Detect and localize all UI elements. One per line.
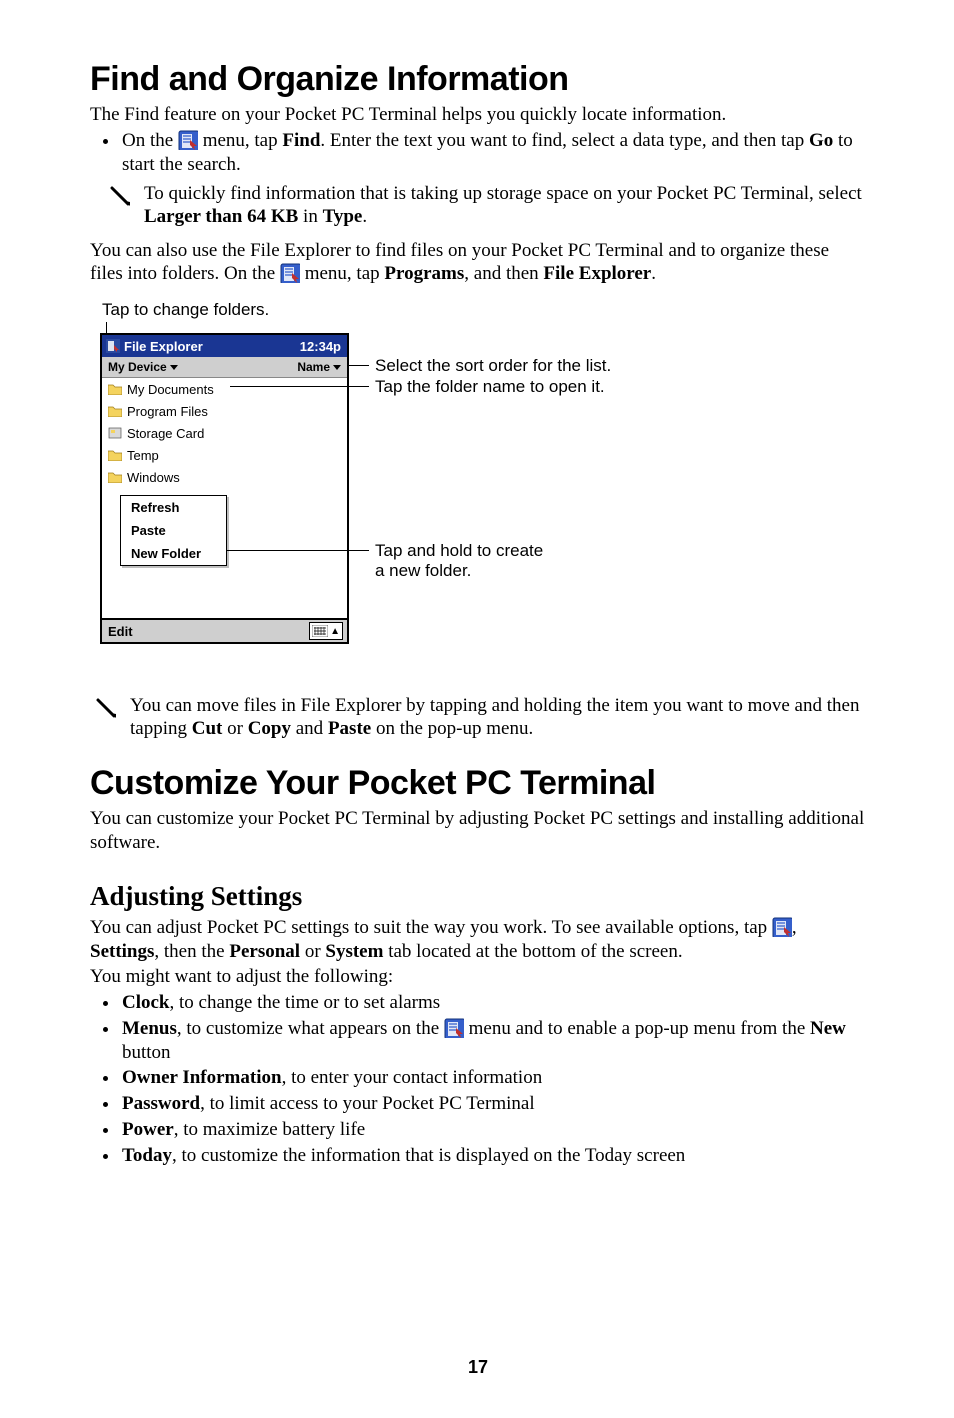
pda-title-text: File Explorer [124,339,203,354]
bullet-password: Password, to limit access to your Pocket… [120,1092,866,1116]
sort-dropdown[interactable]: Name [297,360,341,374]
bullet-menus: Menus, to customize what appears on the … [120,1017,866,1065]
bullet-power: Power, to maximize battery life [120,1118,866,1142]
callout-new-folder: Tap and hold to createa new folder. [375,541,543,582]
bullet-clock: Clock, to change the time or to set alar… [120,991,866,1015]
callout-tap-change-folders: Tap to change folders. [102,300,269,320]
folder-item[interactable]: Program Files [102,400,347,422]
edit-menu[interactable]: Edit [108,624,133,639]
callout-sort-order: Select the sort order for the list. [375,356,611,376]
context-refresh[interactable]: Refresh [121,496,226,519]
folder-icon [108,449,122,461]
start-menu-small-icon [106,339,120,353]
folder-icon [108,471,122,483]
pda-titlebar: File Explorer 12:34p [102,335,347,357]
keyboard-icon [312,625,328,637]
start-menu-icon [444,1018,464,1038]
folder-item[interactable]: Temp [102,444,347,466]
folder-item[interactable]: Windows [102,466,347,488]
paragraph-customize-intro: You can customize your Pocket PC Termina… [90,807,866,855]
context-paste[interactable]: Paste [121,519,226,542]
page-number: 17 [90,1357,866,1378]
heading-customize: Customize Your Pocket PC Terminal [90,764,866,803]
paragraph-file-explorer: You can also use the File Explorer to fi… [90,239,866,287]
paragraph-settings-intro: You can adjust Pocket PC settings to sui… [90,916,866,964]
note-larger-than: To quickly find information that is taki… [144,182,866,228]
sip-button[interactable]: ▲ [309,622,343,640]
start-menu-icon [772,917,792,937]
note-pencil-icon [94,696,118,720]
note-pencil-icon [108,184,132,208]
context-menu: Refresh Paste New Folder [120,495,227,566]
device-dropdown[interactable]: My Device [108,360,178,374]
pda-clock: 12:34p [300,339,341,354]
note-move-files: You can move files in File Explorer by t… [130,694,866,740]
bullet-find: On the menu, tap Find. Enter the text yo… [120,129,866,177]
folder-item[interactable]: Storage Card [102,422,347,444]
callout-open-folder: Tap the folder name to open it. [375,377,605,397]
context-new-folder[interactable]: New Folder [121,542,226,565]
bullet-today: Today, to customize the information that… [120,1144,866,1168]
heading-find-organize: Find and Organize Information [90,60,866,99]
paragraph-might-adjust: You might want to adjust the following: [90,965,866,989]
folder-icon [108,383,122,395]
folder-icon [108,405,122,417]
start-menu-icon [280,263,300,283]
bullet-owner: Owner Information, to enter your contact… [120,1066,866,1090]
folder-item[interactable]: My Documents [102,378,347,400]
intro-paragraph: The Find feature on your Pocket PC Termi… [90,103,866,127]
heading-adjusting-settings: Adjusting Settings [90,881,866,912]
file-explorer-figure: Tap to change folders. File Explorer 12:… [100,300,866,680]
start-menu-icon [178,130,198,150]
storage-card-icon [108,427,122,439]
pda-screenshot: File Explorer 12:34p My Device Name My D… [100,333,349,644]
